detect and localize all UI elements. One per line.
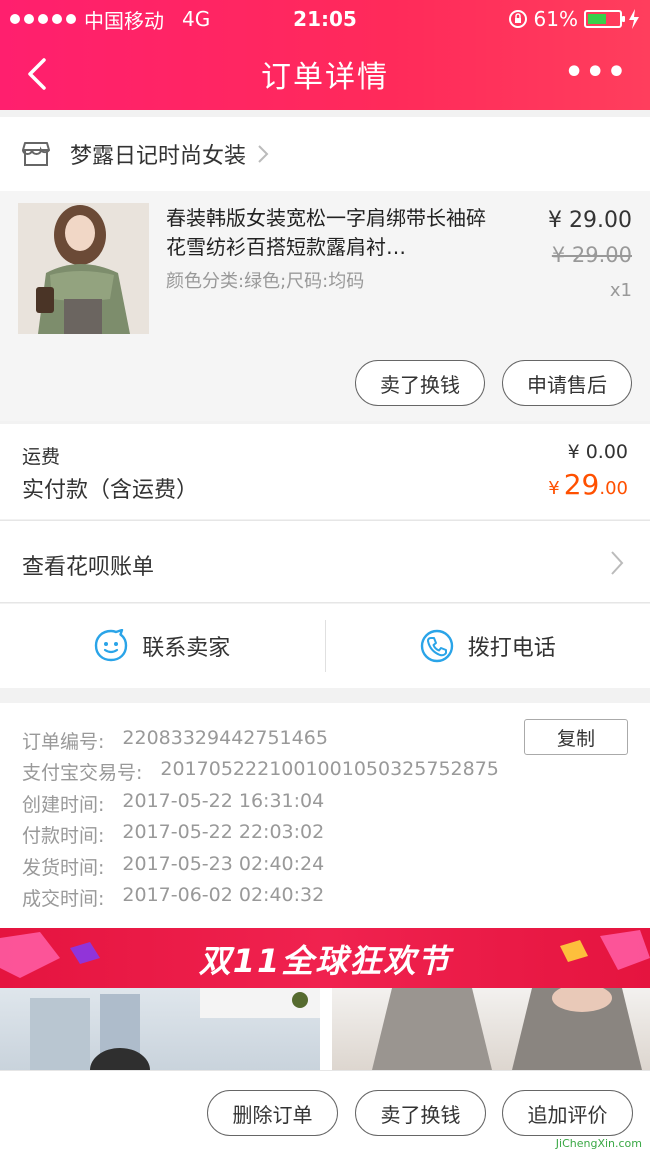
info-value: 2017-05-22 22:03:02 bbox=[122, 821, 325, 843]
nav-bar: 订单详情 ••• bbox=[0, 48, 650, 100]
info-label: 支付宝交易号: bbox=[22, 762, 143, 784]
sell-button-bottom[interactable]: 卖了换钱 bbox=[355, 1090, 486, 1136]
info-label: 付款时间: bbox=[22, 825, 105, 847]
info-value: 2017-05-22 16:31:04 bbox=[122, 790, 325, 812]
huabei-label: 查看花呗账单 bbox=[22, 555, 155, 580]
chevron-right-icon bbox=[611, 551, 624, 575]
info-label: 发货时间: bbox=[22, 857, 105, 879]
more-icon[interactable]: ••• bbox=[564, 58, 628, 88]
promo-banner[interactable]: 双11全球狂欢节 bbox=[0, 928, 650, 1070]
info-label: 订单编号: bbox=[22, 731, 105, 753]
info-value: 2017052221001001050325752875 bbox=[160, 758, 499, 780]
sell-button[interactable]: 卖了换钱 bbox=[355, 360, 485, 406]
paid-label: 实付款（含运费） bbox=[22, 478, 199, 503]
status-bar: 中国移动 4G 21:05 61% bbox=[10, 6, 640, 33]
banner-image-right bbox=[332, 984, 650, 1070]
shipped-time-row: 发货时间: 2017-05-23 02:40:24 bbox=[22, 853, 324, 880]
banner-image-left bbox=[0, 988, 320, 1070]
currency-symbol: ¥ bbox=[548, 478, 560, 499]
order-info: 复制 订单编号: 22083329442751465 支付宝交易号: 20170… bbox=[0, 703, 650, 928]
product-attributes: 颜色分类:绿色;尺码:均码 bbox=[166, 271, 365, 292]
header: 中国移动 4G 21:05 61% 订单详情 ••• bbox=[0, 0, 650, 110]
shop-row[interactable]: 梦露日记时尚女装 bbox=[0, 117, 650, 191]
battery-icon bbox=[584, 10, 625, 28]
alipay-trade-row: 支付宝交易号: 2017052221001001050325752875 bbox=[22, 758, 499, 785]
store-icon bbox=[22, 142, 50, 166]
created-time-row: 创建时间: 2017-05-22 16:31:04 bbox=[22, 790, 324, 817]
shop-name: 梦露日记时尚女装 bbox=[70, 144, 247, 169]
fee-summary: 运费 ¥ 0.00 实付款（含运费） ¥ 29 .00 bbox=[0, 424, 650, 519]
delete-order-button[interactable]: 删除订单 bbox=[207, 1090, 338, 1136]
bottom-action-bar: 删除订单 卖了换钱 追加评价 JiChengXin.com bbox=[0, 1070, 650, 1156]
call-phone-button[interactable]: 拨打电话 bbox=[326, 604, 650, 688]
info-value: 2017-06-02 02:40:32 bbox=[122, 884, 325, 906]
phone-icon bbox=[420, 629, 453, 663]
chevron-right-icon bbox=[258, 145, 269, 163]
shipping-label: 运费 bbox=[22, 446, 61, 468]
product-original-price: ¥ 29.00 bbox=[551, 243, 632, 267]
product-price: ¥ 29.00 bbox=[548, 208, 632, 233]
paid-integer: 29 bbox=[563, 468, 600, 501]
clock: 21:05 bbox=[293, 7, 357, 31]
call-phone-label: 拨打电话 bbox=[467, 636, 556, 661]
product-quantity: x1 bbox=[609, 280, 632, 301]
copy-order-button[interactable]: 复制 bbox=[524, 719, 628, 755]
paid-decimal: .00 bbox=[599, 478, 628, 499]
banner-strip: 双11全球狂欢节 bbox=[0, 928, 650, 988]
page-title: 订单详情 bbox=[261, 60, 389, 95]
paid-time-row: 付款时间: 2017-05-22 22:03:02 bbox=[22, 821, 324, 848]
shipping-value: ¥ 0.00 bbox=[567, 441, 628, 463]
product-item[interactable]: 春装韩版女装宽松一字肩绑带长袖碎花雪纺衫百搭短款露肩衬… 颜色分类:绿色;尺码:… bbox=[0, 191, 650, 421]
completed-time-row: 成交时间: 2017-06-02 02:40:32 bbox=[22, 884, 324, 911]
contact-seller-label: 联系卖家 bbox=[142, 636, 231, 661]
info-label: 成交时间: bbox=[22, 888, 105, 910]
info-value: 2017-05-23 02:40:24 bbox=[122, 853, 325, 875]
huabei-bill-row[interactable]: 查看花呗账单 bbox=[0, 520, 650, 603]
after-sale-button[interactable]: 申请售后 bbox=[502, 360, 632, 406]
paid-amount: ¥ 29 .00 bbox=[548, 468, 628, 501]
chat-icon bbox=[95, 629, 128, 662]
back-icon[interactable] bbox=[20, 54, 56, 94]
contact-seller-button[interactable]: 联系卖家 bbox=[0, 604, 325, 688]
info-label: 创建时间: bbox=[22, 794, 105, 816]
product-thumbnail[interactable] bbox=[18, 203, 149, 334]
watermark: JiChengXin.com bbox=[555, 1137, 642, 1150]
contact-bar: 联系卖家 拨打电话 bbox=[0, 604, 650, 688]
info-value: 22083329442751465 bbox=[122, 727, 328, 749]
add-review-button[interactable]: 追加评价 bbox=[502, 1090, 633, 1136]
banner-title: 双11全球狂欢节 bbox=[198, 942, 452, 980]
product-title: 春装韩版女装宽松一字肩绑带长袖碎花雪纺衫百搭短款露肩衬… bbox=[166, 206, 486, 259]
order-number-row: 订单编号: 22083329442751465 bbox=[22, 727, 328, 754]
